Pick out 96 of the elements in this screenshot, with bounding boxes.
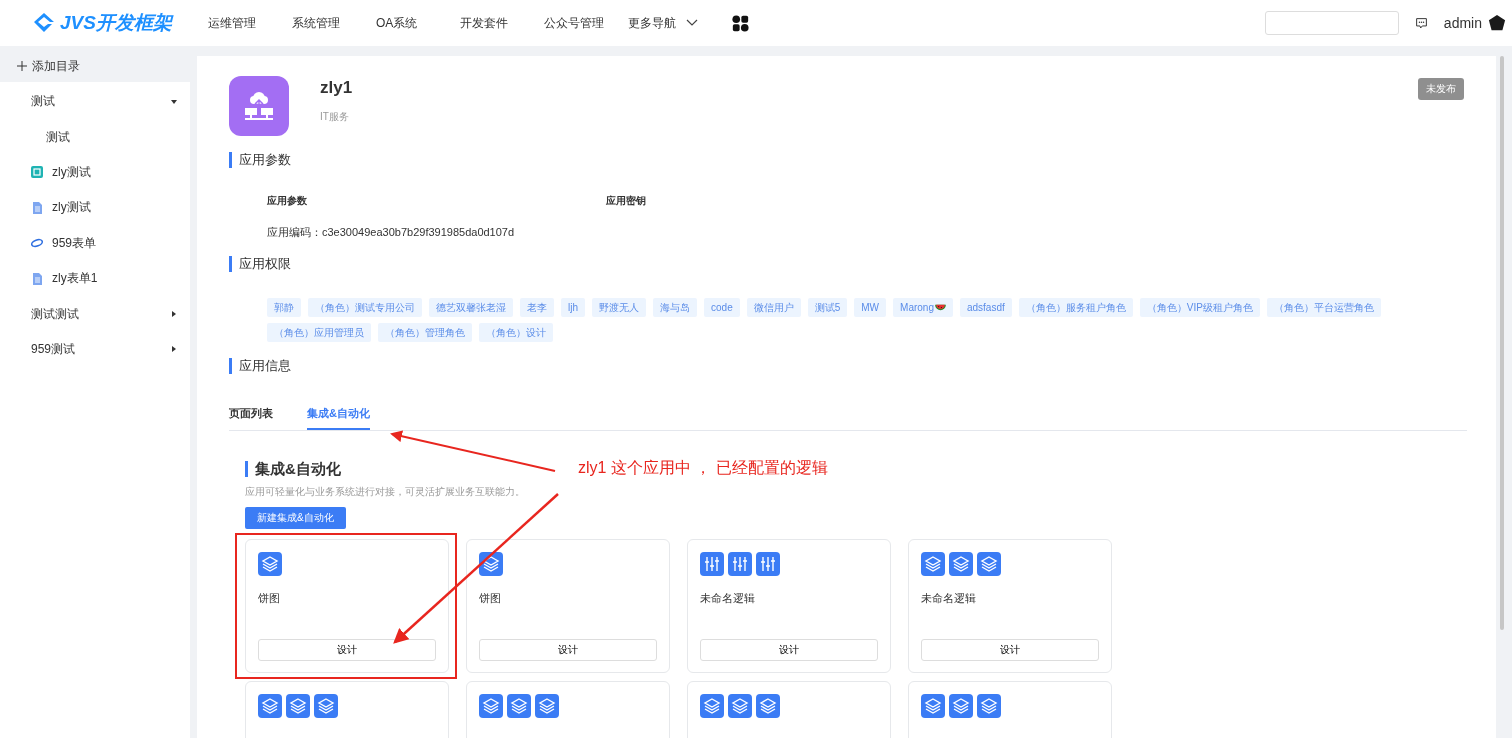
layers-icon <box>286 694 310 718</box>
layers-icon <box>756 694 780 718</box>
section-title: 应用信息 <box>229 358 1464 374</box>
document-icon <box>31 201 43 214</box>
layers-icon <box>921 694 945 718</box>
search-field[interactable] <box>1264 11 1399 35</box>
nav-link[interactable]: 公众号管理 <box>544 14 628 32</box>
permission-tag: （角色）设计 <box>479 323 553 342</box>
design-button[interactable]: 设计 <box>921 639 1099 661</box>
layers-icon <box>728 694 752 718</box>
chevron-down-icon <box>686 19 698 27</box>
new-automation-button[interactable]: 新建集成&自动化 <box>245 507 346 529</box>
avatar-icon[interactable] <box>1488 14 1506 32</box>
sidebar-item[interactable]: 测试测试 <box>0 296 190 332</box>
logic-title: 未命名逻辑 <box>921 591 977 606</box>
layers-icon <box>479 694 503 718</box>
nav-dropdown[interactable]: 更多导航 <box>628 14 732 32</box>
permission-tag: code <box>704 298 740 317</box>
user-name[interactable]: admin <box>1443 15 1482 31</box>
permission-tag: （角色）服务租户角色 <box>1018 298 1133 317</box>
permission-tag: 德艺双馨张老湿 <box>429 298 513 317</box>
permission-tag: 野渡无人 <box>592 298 646 317</box>
permission-tag: （角色）VIP级租户角色 <box>1139 298 1260 317</box>
sidebar-item[interactable]: zly表单1 <box>0 260 190 297</box>
layers-icon <box>700 694 724 718</box>
caret-icon <box>170 310 178 319</box>
design-button[interactable]: 设计 <box>258 639 436 661</box>
layers-icon <box>507 694 531 718</box>
permission-tag: ljh <box>561 298 585 317</box>
sidebar-item[interactable]: 959测试 <box>0 331 190 368</box>
layers-icon <box>977 552 1001 576</box>
plus-icon <box>17 61 27 71</box>
layers-icon <box>949 552 973 576</box>
sidebar-item[interactable]: 测试 <box>0 84 190 120</box>
logic-title: 饼图 <box>258 591 281 606</box>
permission-tag: 测试5 <box>807 298 848 317</box>
tab[interactable]: 集成&自动化 <box>307 400 370 430</box>
logo-icon <box>32 11 56 35</box>
caret-icon <box>170 97 178 106</box>
layers-icon <box>949 694 973 718</box>
permission-tag: 老李 <box>520 298 554 317</box>
watermelon-icon <box>934 303 946 312</box>
status-badge: 未发布 <box>1418 78 1464 100</box>
design-button[interactable]: 设计 <box>700 639 878 661</box>
sidebar-item[interactable]: 959表单 <box>0 225 190 261</box>
app-name: zly1 <box>320 78 353 98</box>
layers-icon <box>535 694 559 718</box>
scrollbar[interactable] <box>1500 56 1504 630</box>
layers-icon <box>921 552 945 576</box>
permission-tag: Marong <box>893 298 953 317</box>
permission-tag: MW <box>854 298 887 317</box>
sidebar-subitem[interactable]: 测试 <box>0 119 190 155</box>
permission-tag: 海与岛 <box>653 298 697 317</box>
message-icon[interactable] <box>1414 16 1428 30</box>
section-title: 应用参数 <box>229 152 1464 168</box>
nav-link[interactable]: 开发套件 <box>460 14 544 32</box>
sidebar-item[interactable]: zly测试 <box>0 154 190 191</box>
layers-icon <box>314 694 338 718</box>
permission-tag: （角色）应用管理员 <box>267 323 371 342</box>
section-description: 应用可轻量化与业务系统进行对接，可灵活扩展业务互联能力。 <box>245 485 526 499</box>
add-directory-button[interactable]: 添加目录 <box>0 50 190 82</box>
sliders-icon <box>700 552 724 576</box>
section-title: 应用权限 <box>229 256 1464 272</box>
annotation-text: zly1 这个应用中 ， 已经配置的逻辑 <box>578 458 828 478</box>
logic-title: 未命名逻辑 <box>700 591 756 606</box>
app-logo-icon <box>229 76 289 136</box>
sliders-icon <box>728 552 752 576</box>
permission-tag: 郭静 <box>267 298 301 317</box>
caret-icon <box>170 345 178 354</box>
permission-tag: adsfasdf <box>959 298 1012 317</box>
logic-title: 饼图 <box>479 591 502 606</box>
column-heading: 应用密钥 <box>606 194 647 208</box>
nav-link[interactable]: 运维管理 <box>208 14 292 32</box>
logic-card[interactable]: 饼图 设计 <box>235 533 457 679</box>
permission-tag: 微信用户 <box>746 298 801 317</box>
layers-icon <box>258 552 282 576</box>
document-icon <box>31 272 43 285</box>
sidebar-item[interactable]: zly测试 <box>0 190 190 226</box>
layers-icon <box>258 694 282 718</box>
logo-text: JVS开发框架 <box>60 11 172 35</box>
app-icon <box>31 166 43 179</box>
permission-tag: （角色）管理角色 <box>378 323 472 342</box>
app-code: 应用编码：c3e30049ea30b7b29f391985da0d107d <box>266 225 516 240</box>
nav-link[interactable]: 系统管理 <box>292 14 376 32</box>
nav-link[interactable]: OA系统 <box>376 14 460 32</box>
layers-icon <box>977 694 1001 718</box>
ring-icon <box>31 237 43 250</box>
layers-icon <box>479 552 503 576</box>
sliders-icon <box>756 552 780 576</box>
column-heading: 应用参数 <box>267 194 308 208</box>
tab[interactable]: 页面列表 <box>229 400 273 430</box>
app-category: IT服务 <box>320 110 350 124</box>
permission-tag: （角色）平台运营角色 <box>1266 298 1381 317</box>
apps-icon[interactable] <box>732 14 749 32</box>
permission-tag: （角色）测试专用公司 <box>308 298 422 317</box>
design-button[interactable]: 设计 <box>479 639 657 661</box>
